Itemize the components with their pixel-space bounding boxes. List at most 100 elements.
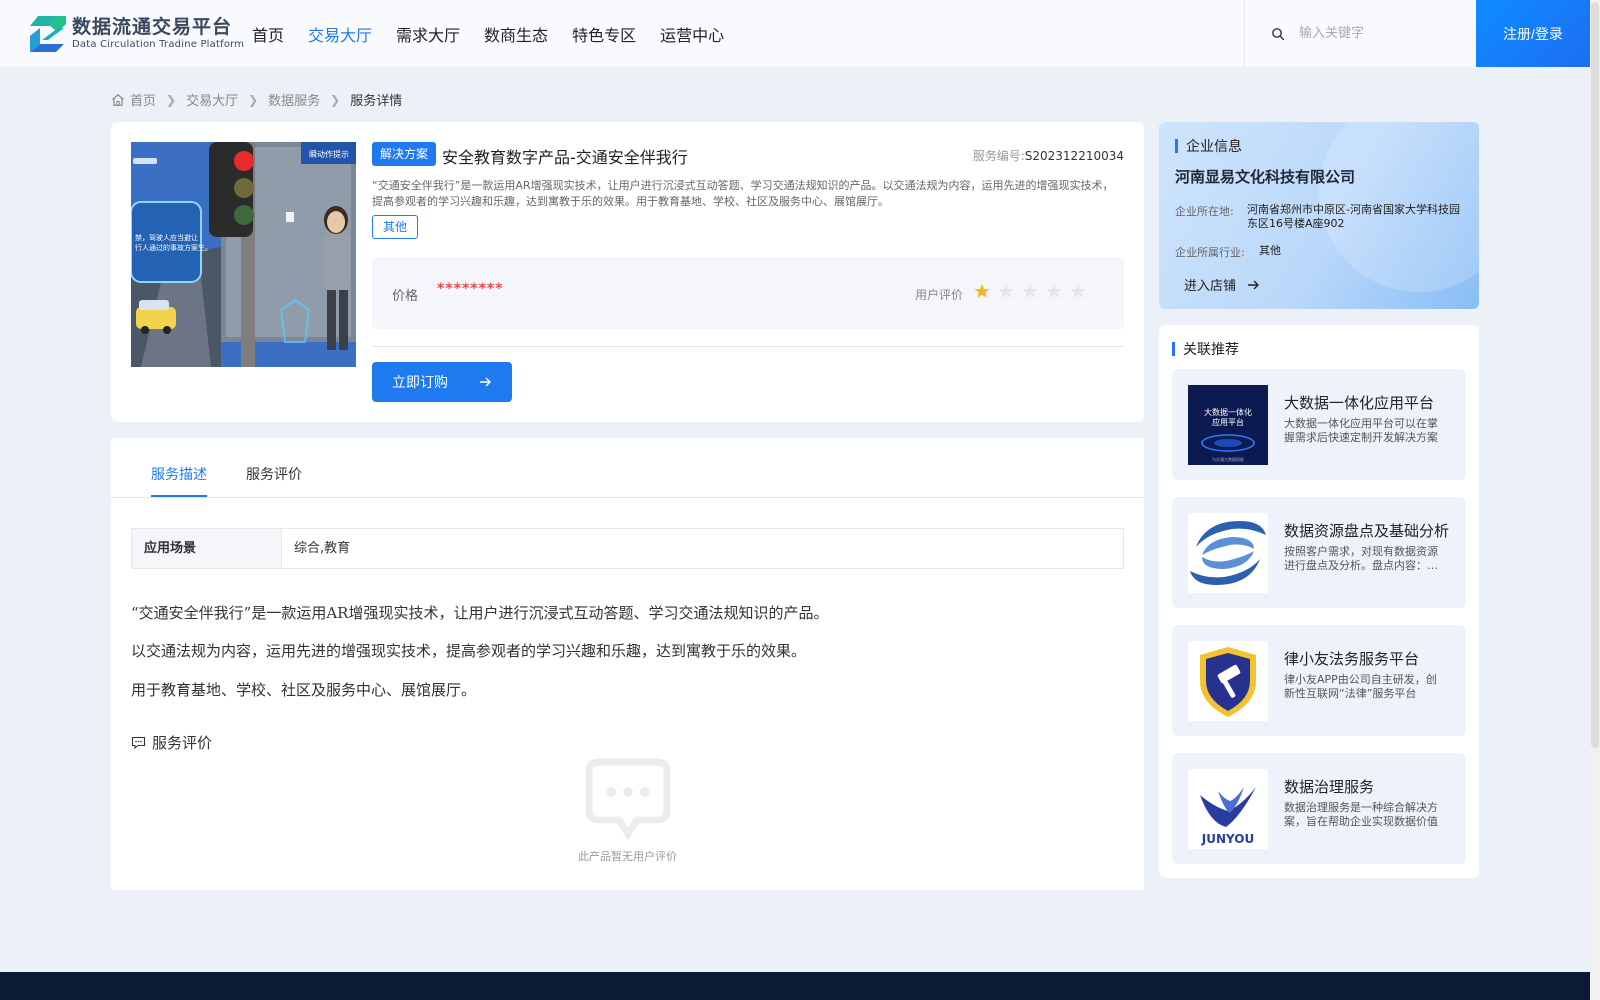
enterprise-industry-value: 其他	[1259, 244, 1281, 257]
product-illustration: 禁，驾驶人应当避让 行人通过的事故方案生。 瞬动作提示	[131, 142, 356, 367]
comment-icon	[131, 736, 146, 750]
enterprise-industry-row: 企业所属行业: 其他	[1175, 244, 1465, 260]
recommend-item[interactable]: 律小友法务服务平台 律小友APP由公司自主研发，创新性互联网“法律”服务平台	[1172, 625, 1466, 736]
star-icon[interactable]	[1022, 283, 1038, 299]
scene-label: 应用场景	[132, 529, 281, 568]
enter-shop-link[interactable]: 进入店铺	[1184, 275, 1260, 294]
order-now-button[interactable]: 立即订购	[372, 362, 512, 402]
law-shield-icon	[1188, 641, 1268, 721]
swirl-logo-icon	[1188, 513, 1268, 593]
recommend-desc: 律小友APP由公司自主研发，创新性互联网“法律”服务平台	[1284, 673, 1437, 700]
recommend-desc: 数据治理服务是一种综合解决方案，旨在帮助企业实现数据价值	[1284, 801, 1438, 828]
recommend-desc: 按照客户需求，对现有数据资源进行盘点及分析。盘点内容：数据资源	[1284, 545, 1438, 572]
enterprise-location-value: 河南省郑州市中原区-河南省国家大学科技园东区16号楼A座902	[1247, 203, 1460, 230]
detail-paragraph: “交通安全伴我行”是一款运用AR增强现实技术，让用户进行沉浸式互动答题、学习交通…	[131, 604, 829, 622]
recommend-title: 大数据一体化应用平台	[1284, 394, 1435, 412]
divider	[372, 346, 1124, 347]
junyou-logo-icon: JUNYOU	[1188, 769, 1268, 849]
reviews-title: 服务评价	[152, 734, 213, 752]
nav-data-ecosystem[interactable]: 数商生态	[484, 22, 548, 46]
register-login-button[interactable]: 注册/登录	[1476, 0, 1590, 67]
recommend-section-label: 关联推荐	[1183, 342, 1239, 358]
thumb-text: JUNYOU	[1201, 832, 1254, 846]
star-icon[interactable]	[998, 283, 1014, 299]
recommend-thumbnail: 大数据一体化 应用平台 为交通大数据赋能	[1188, 385, 1268, 465]
empty-comment-icon	[585, 758, 671, 841]
service-number: 服务编号:S202312210034	[973, 147, 1124, 164]
recommend-thumbnail	[1188, 641, 1268, 721]
big-data-platform-thumbnail: 大数据一体化 应用平台 为交通大数据赋能	[1188, 385, 1268, 465]
enterprise-name: 河南显易文化科技有限公司	[1175, 168, 1356, 186]
price-value: ********	[437, 281, 504, 297]
thumb-text: 应用平台	[1212, 417, 1244, 427]
breadcrumb-data-service[interactable]: 数据服务	[268, 90, 320, 109]
enter-shop-label: 进入店铺	[1184, 279, 1237, 294]
enterprise-industry-label: 企业所属行业:	[1175, 246, 1245, 259]
recommend-title: 数据治理服务	[1284, 778, 1375, 796]
site-logo[interactable]: 数据流通交易平台 Data Circulation Tradine Platfo…	[28, 14, 244, 54]
enterprise-card: 企业信息 河南显易文化科技有限公司 企业所在地: 河南省郑州市中原区-河南省国家…	[1159, 122, 1479, 309]
recommend-item[interactable]: 数据资源盘点及基础分析 按照客户需求，对现有数据资源进行盘点及分析。盘点内容：数…	[1172, 497, 1466, 608]
product-title: 安全教育数字产品-交通安全伴我行	[442, 148, 688, 167]
search-input[interactable]	[1299, 26, 1469, 41]
nav-demand-hall[interactable]: 需求大厅	[396, 22, 460, 46]
image-text-pedestrian: 行人通过的事故方案生。	[135, 243, 212, 252]
recommend-thumbnail: JUNYOU	[1188, 769, 1268, 849]
thumb-text: 大数据一体化	[1204, 407, 1252, 417]
home-icon	[112, 93, 124, 106]
star-icon[interactable]	[1046, 283, 1062, 299]
service-number-label: 服务编号:	[972, 149, 1025, 163]
solution-tag: 解决方案	[372, 142, 437, 166]
scene-value: 综合,教育	[281, 529, 1123, 568]
product-image: 禁，驾驶人应当避让 行人通过的事故方案生。 瞬动作提示	[131, 142, 356, 367]
scene-table: 应用场景 综合,教育	[131, 528, 1124, 569]
recommend-section-title: 关联推荐	[1172, 339, 1239, 359]
nav-home[interactable]: 首页	[252, 22, 284, 46]
category-tag[interactable]: 其他	[372, 215, 419, 239]
service-number-value: S202312210034	[1024, 149, 1124, 163]
nav-operation-center[interactable]: 运营中心	[660, 22, 724, 46]
recommend-thumbnail	[1188, 513, 1268, 593]
recommend-item[interactable]: 大数据一体化 应用平台 为交通大数据赋能 大数据一体化应用平台 大数据一体化应用…	[1172, 369, 1466, 480]
section-bar	[1172, 342, 1175, 356]
star-icon[interactable]	[974, 283, 990, 299]
breadcrumb-current: 服务详情	[350, 94, 403, 109]
chevron-right-icon: ❯	[330, 92, 341, 107]
recommend-title: 数据资源盘点及基础分析	[1284, 522, 1449, 540]
recommend-title: 律小友法务服务平台	[1284, 650, 1420, 668]
search-box	[1244, 0, 1476, 67]
scrollbar-thumb[interactable]	[1591, 2, 1599, 748]
search-icon[interactable]	[1271, 27, 1285, 41]
top-header: 数据流通交易平台 Data Circulation Tradine Platfo…	[0, 0, 1590, 67]
recommend-card: 关联推荐 大数据一体化 应用平台 为交通大数据赋能 大数据一体化应用平台 大数据…	[1159, 325, 1479, 878]
section-bar	[1175, 139, 1178, 153]
nav-featured-zone[interactable]: 特色专区	[572, 22, 636, 46]
empty-reviews-text: 此产品暂无用户评价	[578, 850, 677, 863]
logo-subtitle: Data Circulation Tradine Platform	[72, 39, 245, 50]
star-icon[interactable]	[1070, 283, 1086, 299]
description-card: 服务描述 服务评价 应用场景 综合,教育 “交通安全伴我行”是一款运用AR增强现…	[111, 438, 1144, 890]
tab-service-reviews[interactable]: 服务评价	[246, 464, 302, 484]
image-text-yield: 禁，驾驶人应当避让	[135, 233, 198, 242]
image-text-hint: 瞬动作提示	[309, 149, 349, 159]
logo-mark-icon	[30, 16, 66, 52]
page-footer	[0, 972, 1590, 1000]
price-label: 价格	[392, 289, 419, 304]
reviews-heading: 服务评价	[131, 732, 212, 753]
main-nav: 首页 交易大厅 需求大厅 数商生态 特色专区 运营中心	[252, 0, 748, 67]
recommend-item[interactable]: JUNYOU 数据治理服务 数据治理服务是一种综合解决方案，旨在帮助企业实现数据…	[1172, 753, 1466, 864]
logo-text: 数据流通交易平台 Data Circulation Tradine Platfo…	[72, 16, 244, 52]
enterprise-section-title: 企业信息	[1175, 136, 1242, 156]
detail-paragraph: 以交通法规为内容，运用先进的增强现实技术，提高参观者的学习兴趣和乐趣，达到寓教于…	[131, 642, 807, 660]
page-scrollbar[interactable]	[1590, 0, 1600, 1000]
recommend-desc: 大数据一体化应用平台可以在掌握需求后快速定制开发解决方案	[1284, 417, 1438, 444]
logo-title: 数据流通交易平台	[72, 16, 233, 38]
nav-trading-hall[interactable]: 交易大厅	[308, 22, 372, 46]
breadcrumb-home[interactable]: 首页	[130, 90, 156, 109]
tab-service-description[interactable]: 服务描述	[151, 464, 207, 484]
thumb-text: 为交通大数据赋能	[1212, 456, 1244, 462]
arrow-right-icon	[480, 377, 491, 387]
chevron-right-icon: ❯	[248, 92, 259, 107]
breadcrumb-trading-hall[interactable]: 交易大厅	[186, 90, 238, 109]
tab-active-indicator	[151, 495, 207, 497]
